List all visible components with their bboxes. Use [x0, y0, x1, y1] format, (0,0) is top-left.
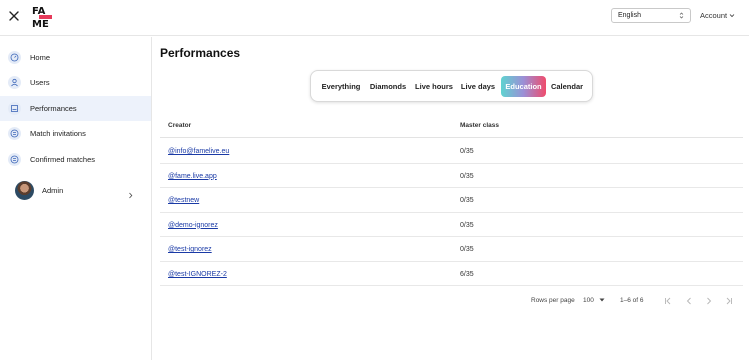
sidebar-item-label: Match invitations	[30, 129, 86, 138]
creator-link[interactable]: @info@famelive.eu	[168, 148, 229, 155]
table-row: @fame.live.app 0/35	[160, 164, 743, 188]
chevron-down-icon	[729, 11, 735, 20]
pagination: Rows per page 100 1–6 of 6	[530, 296, 740, 308]
page-title: Performances	[160, 46, 241, 60]
table-header: Creator Master class	[160, 114, 743, 138]
table-row: @testnew 0/35	[160, 188, 743, 213]
rows-per-page-select[interactable]: 100	[583, 297, 605, 304]
previous-page-icon[interactable]	[684, 296, 694, 306]
updown-chevron-icon	[679, 11, 684, 22]
table-row: @test-IGNOREZ-2 6/35	[160, 262, 743, 286]
master-class-value: 0/35	[460, 148, 474, 155]
close-icon[interactable]	[8, 9, 20, 23]
caret-down-icon	[599, 297, 605, 304]
language-select[interactable]: English	[611, 8, 691, 23]
user-icon	[8, 76, 21, 89]
tab-calendar[interactable]: Calendar	[548, 76, 586, 97]
creator-link[interactable]: @test-ignorez	[168, 246, 212, 253]
tab-live-days[interactable]: Live days	[459, 76, 497, 97]
tab-diamonds[interactable]: Diamonds	[367, 76, 409, 97]
account-label: Account	[700, 11, 728, 20]
profile-item[interactable]: Admin	[0, 177, 151, 203]
column-header-creator[interactable]: Creator	[168, 122, 191, 129]
creator-link[interactable]: @testnew	[168, 197, 199, 204]
account-menu[interactable]: Account	[700, 11, 735, 20]
language-value: English	[618, 12, 641, 19]
chevron-right-icon	[128, 186, 133, 204]
chart-icon	[8, 102, 21, 115]
creator-link[interactable]: @demo-ignorez	[168, 222, 218, 229]
profile-name: Admin	[42, 185, 64, 195]
sidebar-item-confirmed-matches[interactable]: Confirmed matches	[0, 147, 151, 172]
sidebar-item-label: Confirmed matches	[30, 155, 96, 164]
column-header-master-class[interactable]: Master class	[460, 122, 499, 129]
pagination-range: 1–6 of 6	[620, 297, 644, 304]
master-class-value: 0/35	[460, 246, 474, 253]
table-row: @test-ignorez 0/35	[160, 237, 743, 262]
svg-text:ME: ME	[32, 19, 49, 28]
swap-icon	[8, 127, 21, 140]
sidebar-item-label: Home	[30, 53, 51, 62]
fame-logo[interactable]: FA ME	[31, 4, 53, 30]
last-page-icon[interactable]	[724, 296, 734, 306]
master-class-value: 6/35	[460, 270, 474, 278]
sidebar-item-match-invitations[interactable]: Match invitations	[0, 121, 151, 146]
rows-per-page-label: Rows per page	[531, 297, 575, 304]
top-header: FA ME English Account	[0, 0, 749, 36]
creator-link[interactable]: @test-IGNOREZ-2	[168, 271, 227, 278]
rows-per-page-value: 100	[583, 297, 594, 304]
sidebar-item-home[interactable]: Home	[0, 45, 151, 70]
master-class-value: 0/35	[460, 221, 474, 229]
creator-link[interactable]: @fame.live.app	[168, 173, 217, 180]
swap-check-icon	[8, 153, 21, 166]
speedometer-icon	[8, 51, 21, 64]
tab-everything[interactable]: Everything	[317, 76, 365, 97]
master-class-value: 0/35	[460, 197, 474, 204]
tab-education[interactable]: Education	[501, 76, 546, 97]
next-page-icon[interactable]	[704, 296, 714, 306]
table-row: @demo-ignorez 0/35	[160, 213, 743, 237]
avatar	[15, 180, 34, 200]
sidebar-item-label: Performances	[30, 104, 77, 113]
tab-live-hours[interactable]: Live hours	[412, 76, 456, 97]
sidebar: Home Users Performances Match invitation…	[0, 37, 152, 360]
sidebar-item-label: Users	[30, 78, 50, 87]
master-class-value: 0/35	[460, 172, 474, 180]
table-row: @info@famelive.eu 0/35	[160, 139, 743, 164]
first-page-icon[interactable]	[663, 296, 673, 306]
sidebar-item-performances[interactable]: Performances	[0, 96, 151, 121]
sidebar-item-users[interactable]: Users	[0, 70, 151, 95]
tab-bar: Everything Diamonds Live hours Live days…	[310, 70, 593, 102]
